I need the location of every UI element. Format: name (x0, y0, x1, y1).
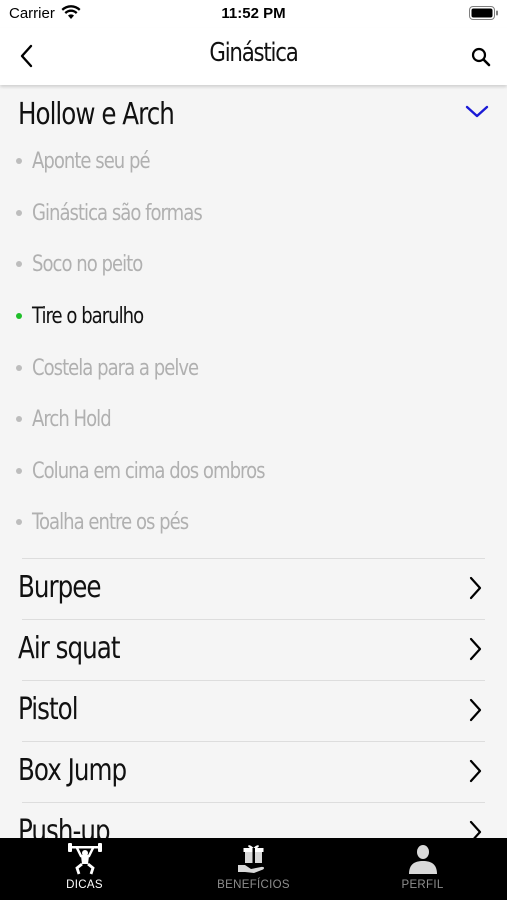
bullet-icon (16, 416, 22, 422)
tip-label: Ginástica são formas (32, 200, 203, 226)
chevron-right-icon (468, 576, 482, 605)
tip-label: Coluna em cima dos ombros (32, 458, 266, 484)
bullet-icon (16, 210, 22, 216)
chevron-right-icon (468, 637, 482, 666)
divider (22, 558, 485, 559)
exercise-row-pistol[interactable]: Pistol (0, 680, 507, 741)
tip-label: Costela para a pelve (32, 355, 199, 381)
chevron-right-icon (468, 759, 482, 788)
divider (22, 741, 485, 742)
tip-label: Tire o barulho (32, 303, 144, 329)
tab-beneficios[interactable]: BENEFÍCIOS (169, 838, 338, 900)
chevron-left-icon (20, 44, 33, 68)
list-item[interactable]: Coluna em cima dos ombros (16, 456, 316, 486)
exercise-row-box-jump[interactable]: Box Jump (0, 741, 507, 802)
divider (22, 680, 485, 681)
tab-label: BENEFÍCIOS (217, 879, 290, 891)
row-title: Pistol (18, 692, 79, 727)
tab-label: DICAS (66, 879, 103, 891)
row-title: Push-up (18, 814, 111, 838)
list-item[interactable]: Arch Hold (16, 404, 128, 434)
row-title: Burpee (18, 570, 102, 605)
search-button[interactable] (466, 42, 496, 72)
list-item[interactable]: Soco no peito (16, 249, 166, 279)
exercise-row-push-up[interactable]: Push-up (0, 802, 507, 838)
user-icon (407, 843, 439, 875)
tab-bar: DICAS BENEFÍCIOS PERFIL (0, 838, 507, 900)
tip-label: Aponte seu pé (32, 148, 151, 174)
exercise-row-burpee[interactable]: Burpee (0, 558, 507, 619)
section-header[interactable]: Hollow e Arch (18, 97, 175, 132)
exercise-row-air-squat[interactable]: Air squat (0, 619, 507, 680)
status-bar: Carrier 11:52 PM (0, 0, 507, 28)
back-button[interactable] (10, 40, 42, 72)
tip-label: Toalha entre os pés (32, 509, 189, 535)
search-icon (471, 47, 491, 67)
divider (22, 802, 485, 803)
tab-dicas[interactable]: DICAS (0, 838, 169, 900)
bullet-icon (16, 468, 22, 474)
navigation-bar: Ginástica (0, 28, 507, 85)
list-item[interactable]: Tire o barulho (16, 301, 168, 331)
row-title: Air squat (18, 631, 120, 666)
list-item[interactable]: Costela para a pelve (16, 353, 235, 383)
list-item[interactable]: Toalha entre os pés (16, 507, 222, 537)
bullet-icon (16, 519, 22, 525)
weightlifter-icon (67, 843, 103, 875)
bullet-icon (16, 365, 22, 371)
chevron-right-icon (468, 820, 482, 838)
bullet-icon (16, 261, 22, 267)
tip-label: Soco no peito (32, 251, 143, 277)
tab-label: PERFIL (401, 879, 444, 891)
row-title: Box Jump (18, 753, 127, 788)
divider (22, 619, 485, 620)
exercise-list[interactable]: Hollow e Arch Aponte seu pé Ginástica sã… (0, 85, 507, 838)
gift-hand-icon (237, 843, 271, 875)
tip-label: Arch Hold (32, 406, 112, 432)
chevron-right-icon (468, 698, 482, 727)
list-item[interactable]: Ginástica são formas (16, 198, 239, 228)
chevron-down-icon[interactable] (465, 105, 489, 124)
section-hollow-e-arch: Hollow e Arch Aponte seu pé Ginástica sã… (0, 85, 507, 558)
clock: 11:52 PM (221, 5, 286, 22)
list-item[interactable]: Aponte seu pé (16, 146, 175, 176)
battery-icon (469, 6, 499, 25)
bullet-icon (16, 158, 22, 164)
tab-perfil[interactable]: PERFIL (338, 838, 507, 900)
bullet-icon (16, 313, 22, 319)
page-title: Ginástica (209, 38, 298, 68)
